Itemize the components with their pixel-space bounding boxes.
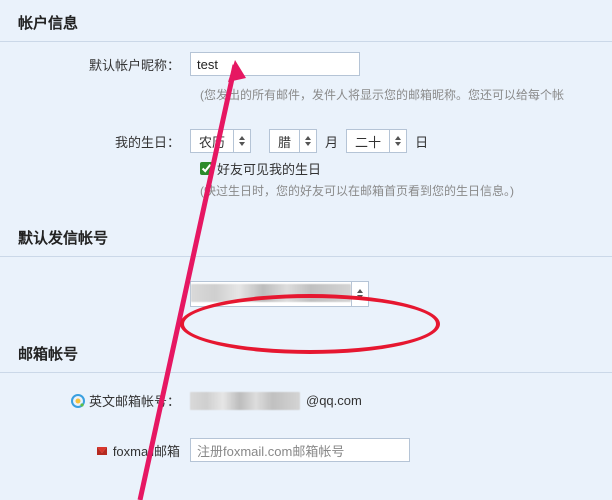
hint-nickname: (您发出的所有邮件，发件人将显示您的邮箱昵称。您还可以给每个帐 [0, 82, 612, 119]
hint-birthday: (快过生日时，您的好友可以在邮箱首页看到您的生日信息。) [0, 178, 612, 215]
label-english-mailbox: 英文邮箱帐号： [0, 391, 190, 410]
birthday-visible-label: 好友可见我的生日 [217, 159, 321, 178]
default-sender-select[interactable] [190, 281, 369, 307]
birthday-month-select[interactable]: 腊 [269, 129, 317, 153]
birthday-day-select[interactable]: 二十 [346, 129, 407, 153]
birthday-calendar-type-select[interactable]: 农历 [190, 129, 251, 153]
day-unit: 日 [413, 132, 430, 151]
row-english-mailbox: 英文邮箱帐号： @qq.com [0, 373, 612, 416]
stepper-icon [390, 134, 406, 148]
row-birthday: 我的生日： 农历 腊 月 二十 日 [0, 119, 612, 159]
foxmail-icon [95, 444, 109, 458]
label-nickname: 默认帐户昵称： [0, 55, 190, 74]
stepper-icon [234, 134, 250, 148]
row-default-sender [0, 257, 612, 331]
birthday-visible-checkbox[interactable] [200, 162, 213, 175]
section-header-account-info: 帐户信息 [0, 0, 612, 42]
default-sender-value-redacted [191, 284, 351, 302]
label-foxmail: foxmail邮箱 [0, 441, 190, 460]
row-birthday-visibility: 好友可见我的生日 [0, 159, 612, 178]
section-header-mailbox-account: 邮箱帐号 [0, 331, 612, 373]
row-nickname: 默认帐户昵称： [0, 42, 612, 82]
stepper-icon [300, 134, 316, 148]
foxmail-register-input[interactable] [190, 438, 410, 462]
birthday-month-value: 腊 [270, 132, 299, 151]
birthday-day-value: 二十 [347, 132, 389, 151]
section-header-default-sender: 默认发信帐号 [0, 215, 612, 257]
english-mailbox-value-redacted [190, 392, 300, 410]
stepper-icon [352, 287, 368, 301]
row-foxmail: foxmail邮箱 [0, 416, 612, 468]
birthday-calendar-type-value: 农历 [191, 132, 233, 151]
nickname-input[interactable] [190, 52, 360, 76]
english-mailbox-domain: @qq.com [306, 393, 362, 408]
label-birthday: 我的生日： [0, 132, 190, 151]
month-unit: 月 [323, 132, 340, 151]
qqmail-icon [71, 394, 85, 408]
